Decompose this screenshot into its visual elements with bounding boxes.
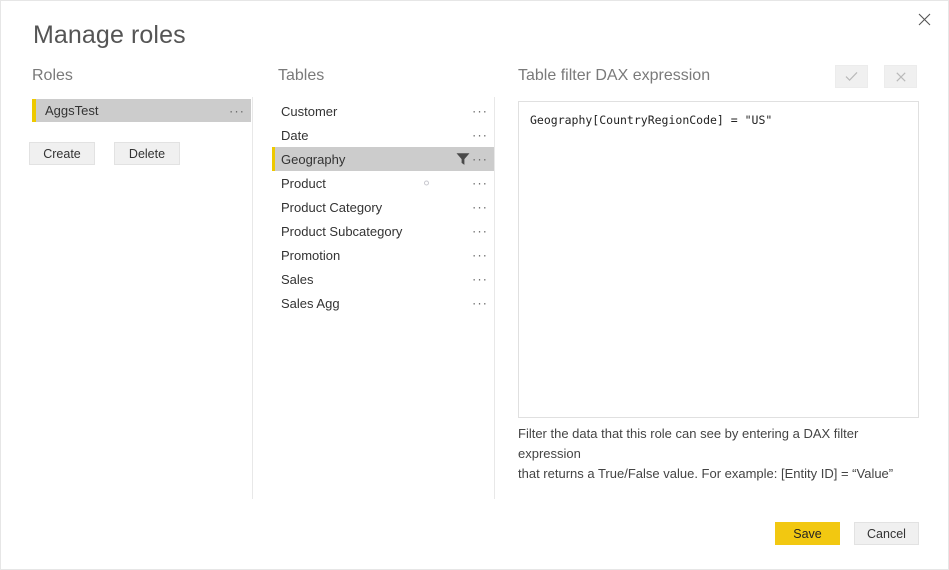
- dax-expression-heading: Table filter DAX expression: [518, 67, 711, 84]
- table-name-label: Product Subcategory: [281, 223, 403, 239]
- divider-tables-dax: [494, 97, 495, 499]
- cancel-button[interactable]: Cancel: [854, 522, 919, 545]
- close-icon: [918, 13, 931, 26]
- table-row-product[interactable]: Product ···: [272, 171, 494, 195]
- manage-roles-dialog: Manage roles Roles Tables Table filter D…: [0, 0, 949, 570]
- checkmark-icon: [845, 71, 858, 82]
- dax-help-line-1: Filter the data that this role can see b…: [518, 426, 859, 461]
- table-row-geography[interactable]: Geography ···: [272, 147, 494, 171]
- dax-help-text: Filter the data that this role can see b…: [518, 424, 923, 484]
- table-selection-accent: [272, 147, 275, 171]
- accept-expression-button[interactable]: [835, 65, 868, 88]
- table-more-options-icon[interactable]: ···: [472, 273, 488, 286]
- table-name-label: Promotion: [281, 247, 341, 263]
- save-button[interactable]: Save: [775, 522, 840, 545]
- dax-action-buttons: [835, 65, 917, 88]
- table-more-options-icon[interactable]: ···: [472, 297, 488, 310]
- roles-actions: Create Delete: [29, 142, 180, 165]
- table-more-options-icon[interactable]: ···: [472, 153, 488, 166]
- dax-expression-editor[interactable]: Geography[CountryRegionCode] = "US": [518, 101, 919, 418]
- table-name-label: Sales: [281, 271, 314, 287]
- role-selection-accent: [32, 99, 36, 122]
- table-more-options-icon[interactable]: ···: [472, 225, 488, 238]
- tables-list: Customer ··· Date ··· Geography ··· Prod…: [272, 99, 494, 315]
- tables-heading: Tables: [278, 67, 325, 84]
- close-button[interactable]: [908, 4, 940, 34]
- table-row-customer[interactable]: Customer ···: [272, 99, 494, 123]
- table-row-sales-agg[interactable]: Sales Agg ···: [272, 291, 494, 315]
- role-row-aggstest[interactable]: AggsTest ···: [32, 99, 251, 122]
- table-row-sales[interactable]: Sales ···: [272, 267, 494, 291]
- table-name-label: Date: [281, 127, 309, 143]
- cursor-dot-icon: [424, 180, 429, 186]
- cancel-expression-button[interactable]: [884, 65, 917, 88]
- table-row-date[interactable]: Date ···: [272, 123, 494, 147]
- dax-help-line-2: that returns a True/False value. For exa…: [518, 466, 894, 481]
- table-row-promotion[interactable]: Promotion ···: [272, 243, 494, 267]
- filter-icon: [456, 153, 470, 166]
- dax-expression-text: Geography[CountryRegionCode] = "US": [530, 113, 773, 127]
- role-more-options-icon[interactable]: ···: [229, 104, 245, 117]
- table-row-product-category[interactable]: Product Category ···: [272, 195, 494, 219]
- dialog-footer: Save Cancel: [775, 522, 919, 545]
- delete-role-button[interactable]: Delete: [114, 142, 180, 165]
- create-role-button[interactable]: Create: [29, 142, 95, 165]
- table-name-label: Customer: [281, 103, 338, 119]
- table-more-options-icon[interactable]: ···: [472, 129, 488, 142]
- roles-list: AggsTest ···: [32, 99, 251, 122]
- close-small-icon: [895, 71, 906, 82]
- table-name-label: Sales Agg: [281, 295, 340, 311]
- table-name-label: Geography: [281, 151, 346, 167]
- table-name-label: Product: [281, 175, 326, 191]
- role-name-label: AggsTest: [45, 103, 99, 118]
- page-title: Manage roles: [33, 21, 186, 49]
- roles-heading: Roles: [32, 67, 73, 84]
- divider-roles-tables: [252, 97, 253, 499]
- table-more-options-icon[interactable]: ···: [472, 105, 488, 118]
- table-more-options-icon[interactable]: ···: [472, 177, 488, 190]
- table-row-product-subcategory[interactable]: Product Subcategory ···: [272, 219, 494, 243]
- table-name-label: Product Category: [281, 199, 383, 215]
- table-more-options-icon[interactable]: ···: [472, 249, 488, 262]
- table-more-options-icon[interactable]: ···: [472, 201, 488, 214]
